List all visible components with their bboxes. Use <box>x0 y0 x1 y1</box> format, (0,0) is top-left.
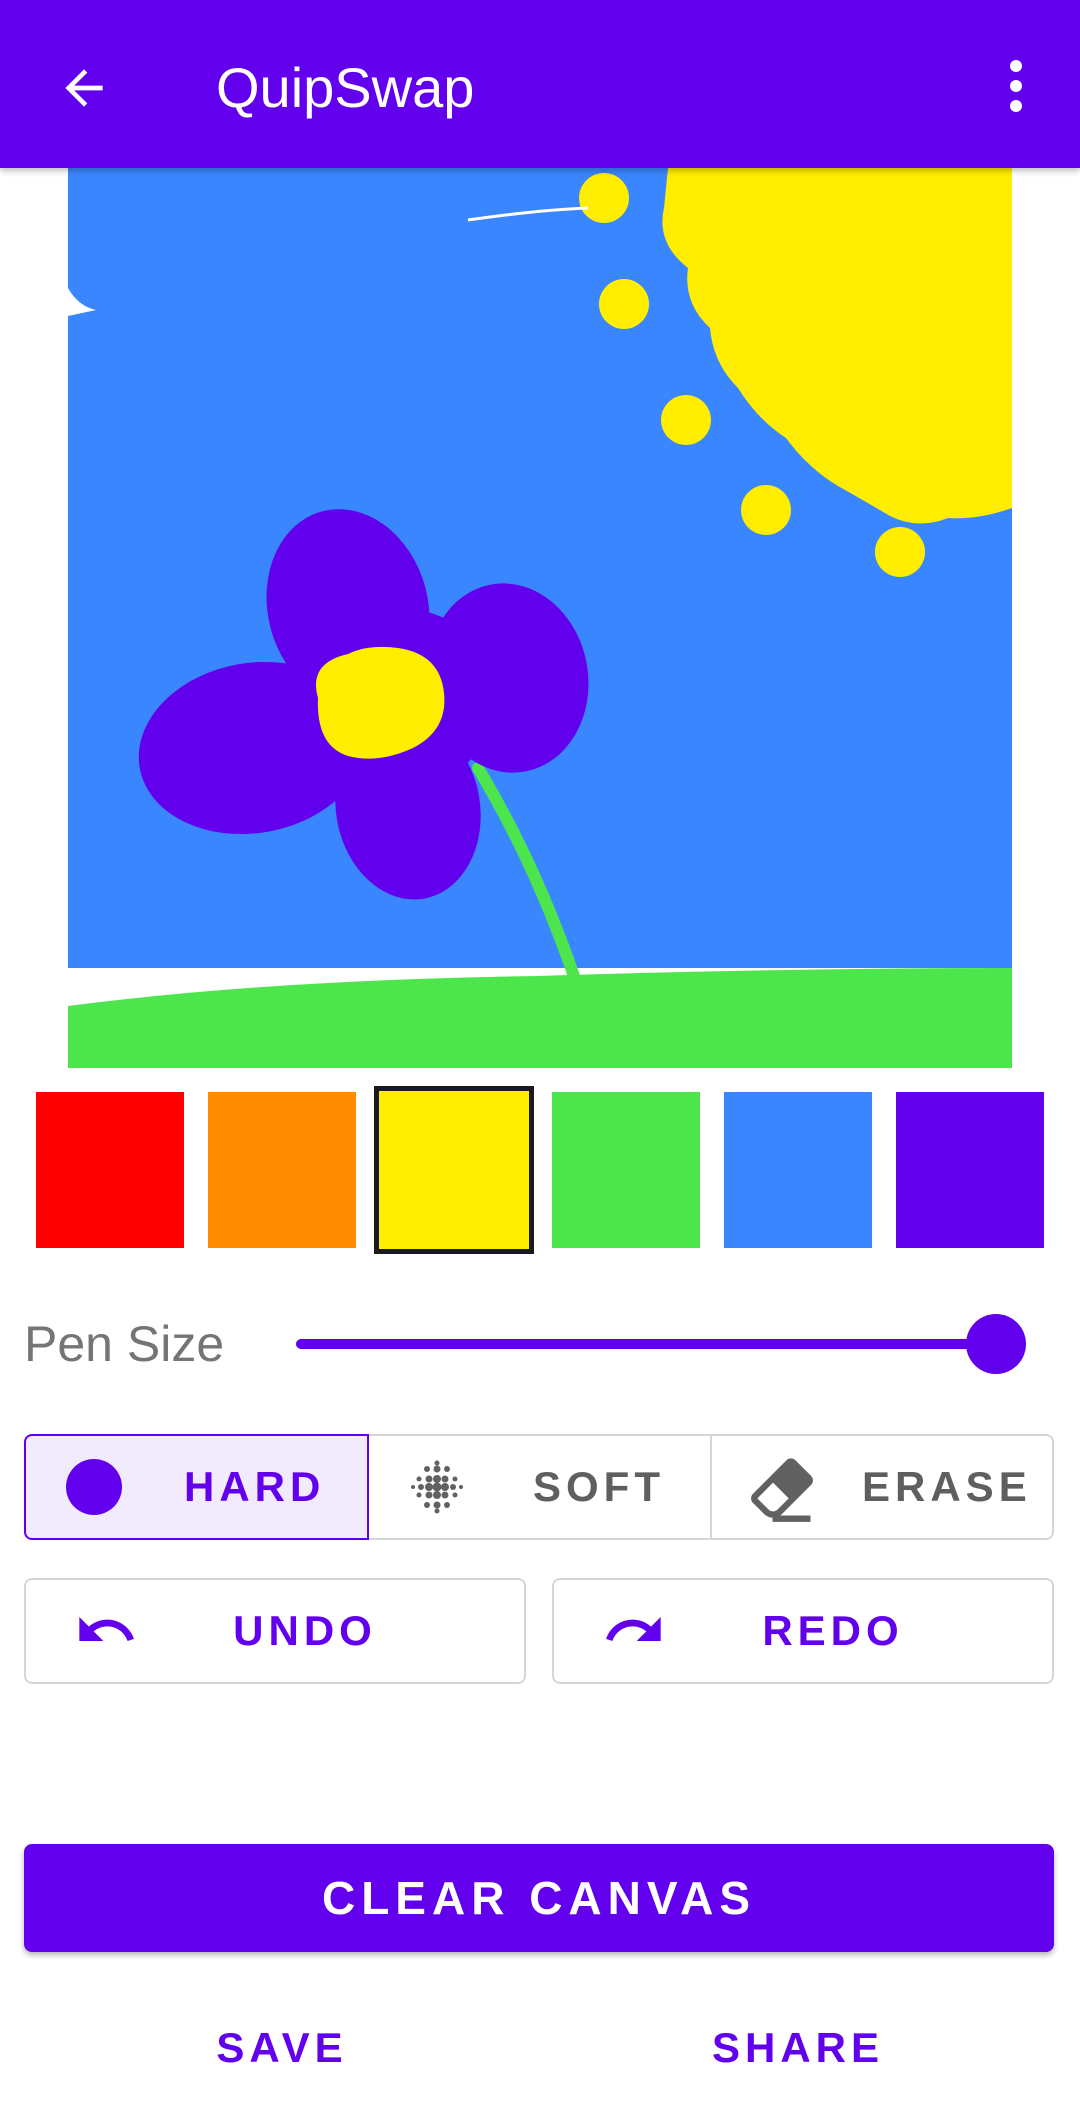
back-button[interactable] <box>48 52 120 124</box>
drawing-canvas[interactable] <box>68 168 1012 1068</box>
hard-brush-icon <box>66 1459 122 1515</box>
sun-dot <box>599 279 649 329</box>
pen-size-label: Pen Size <box>24 1316 225 1372</box>
swatch-blue[interactable] <box>724 1092 872 1248</box>
sun-dot <box>579 173 629 223</box>
arrow-back-icon <box>65 69 103 107</box>
sun-dot <box>741 485 791 535</box>
brush-mode-group: HARD SOFT ERASE <box>24 1434 1054 1540</box>
grass-fill <box>68 968 1012 1068</box>
redo-label: REDO <box>762 1607 904 1654</box>
more-vert-icon <box>1010 60 1022 112</box>
eraser-icon <box>751 1458 813 1522</box>
soft-brush-toggle[interactable]: SOFT <box>367 1434 712 1540</box>
soft-brush-icon <box>411 1460 463 1514</box>
slider-fill <box>296 1339 996 1349</box>
save-button[interactable]: SAVE <box>132 2008 432 2088</box>
drawing <box>68 168 1012 1068</box>
hard-brush-toggle[interactable]: HARD <box>24 1434 369 1540</box>
soft-label: SOFT <box>533 1463 665 1510</box>
clear-canvas-button[interactable]: CLEAR CANVAS <box>24 1844 1054 1952</box>
redo-button[interactable]: REDO <box>552 1578 1054 1684</box>
sun-dot <box>661 395 711 445</box>
color-palette <box>36 1086 1044 1254</box>
undo-button[interactable]: UNDO <box>24 1578 526 1684</box>
sun-dot <box>875 527 925 577</box>
pen-size-slider[interactable] <box>296 1312 1026 1376</box>
slider-thumb[interactable] <box>966 1314 1026 1374</box>
share-button[interactable]: SHARE <box>648 2008 948 2088</box>
hard-label: HARD <box>184 1463 326 1510</box>
app-bar: QuipSwap <box>0 0 1080 168</box>
swatch-red[interactable] <box>36 1092 184 1248</box>
undo-label: UNDO <box>233 1607 377 1654</box>
swatch-yellow[interactable] <box>374 1086 534 1254</box>
overflow-menu-button[interactable] <box>988 48 1044 124</box>
erase-toggle[interactable]: ERASE <box>710 1434 1054 1540</box>
swatch-purple[interactable] <box>896 1092 1044 1248</box>
app-title: QuipSwap <box>216 56 475 119</box>
erase-label: ERASE <box>862 1463 1032 1510</box>
swatch-orange[interactable] <box>208 1092 356 1248</box>
swatch-green[interactable] <box>552 1092 700 1248</box>
